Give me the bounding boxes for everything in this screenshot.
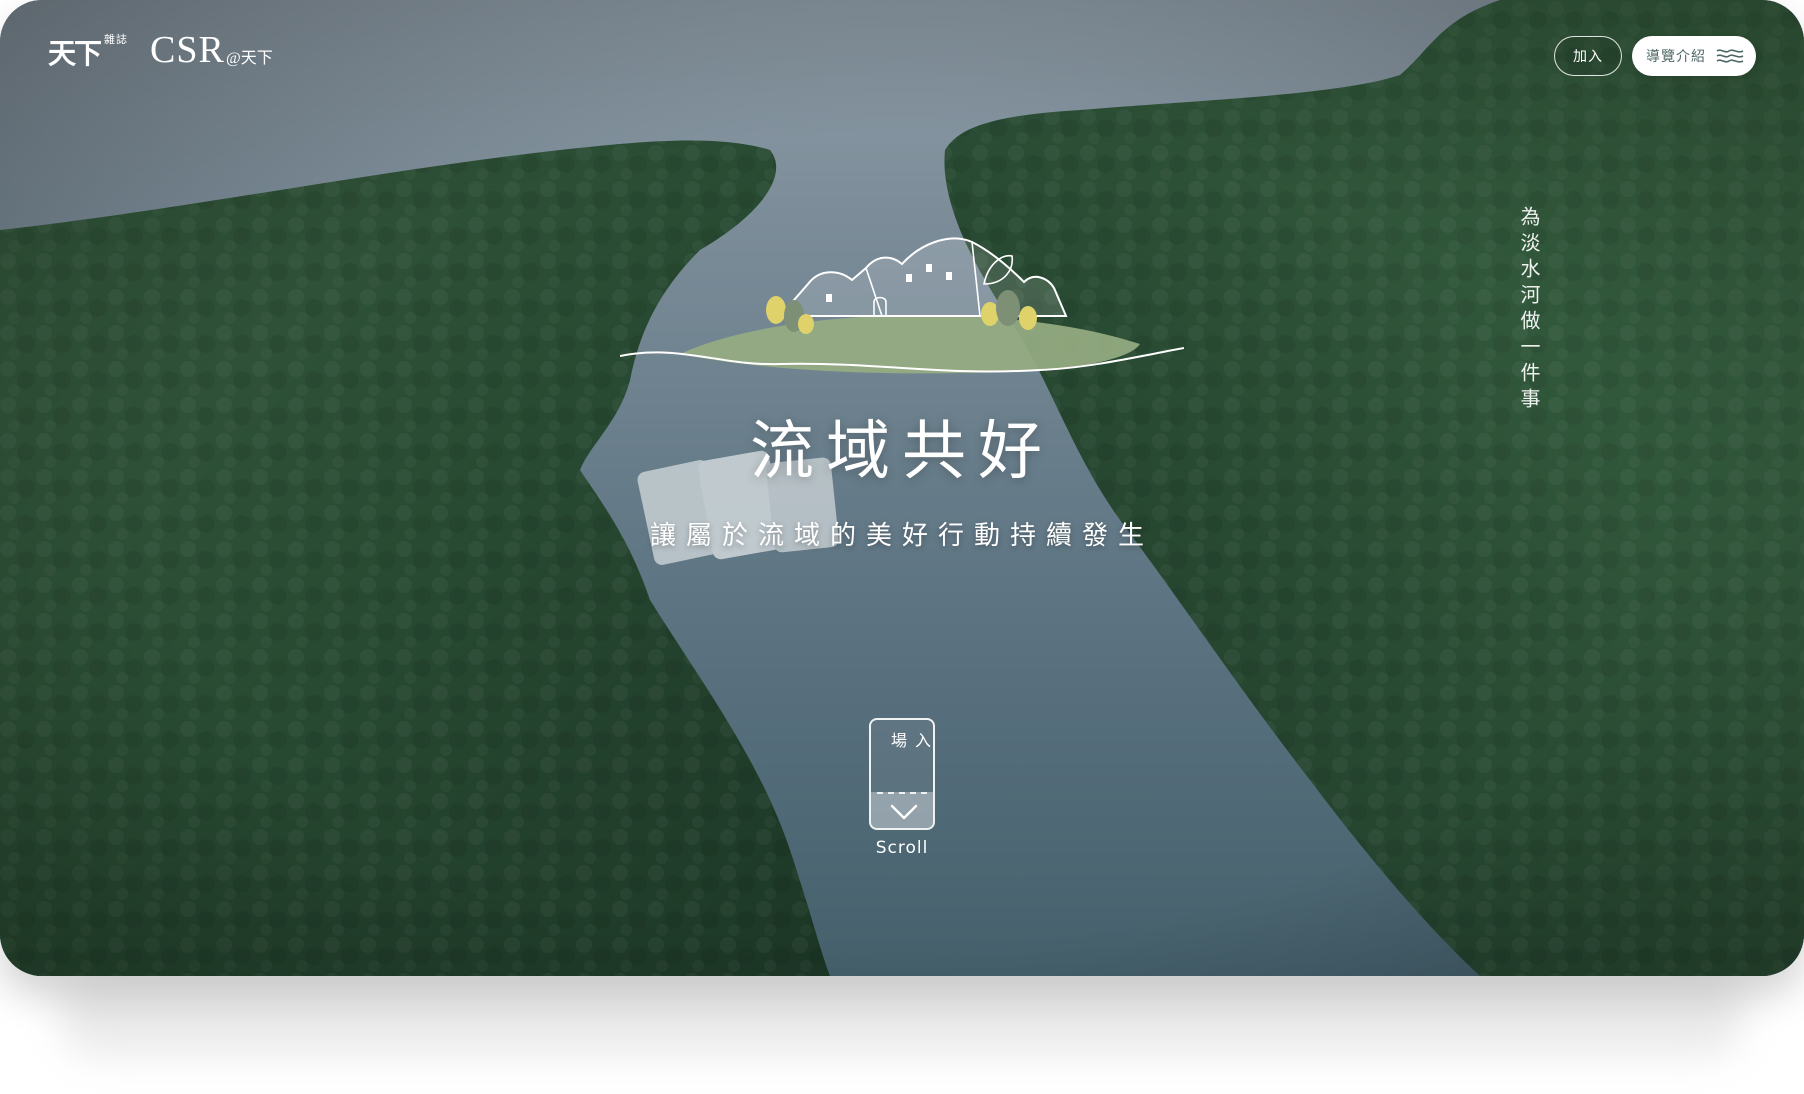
page: 天下 雜誌 CSR @天下 加入 導覽介紹 為淡水河做一件事 流域共好 讓屬於流… xyxy=(0,0,1804,1094)
brand-logo[interactable]: 天下 雜誌 CSR @天下 xyxy=(48,29,288,78)
magazine-sub: 雜誌 xyxy=(104,33,128,46)
hero-center: 流域共好 讓屬於流域的美好行動持續發生 xyxy=(620,224,1184,564)
island-emblem-icon xyxy=(620,237,1184,374)
guide-button-label: 導覽介紹 xyxy=(1646,49,1706,65)
header-actions: 加入 導覽介紹 xyxy=(1554,36,1756,76)
page-shadow xyxy=(60,976,1744,1056)
join-button[interactable]: 加入 xyxy=(1554,36,1622,76)
enter-char-1: 入 xyxy=(912,732,931,750)
guide-button[interactable]: 導覽介紹 xyxy=(1632,36,1756,76)
hero-subtitle: 讓屬於流域的美好行動持續發生 xyxy=(649,521,1154,551)
scroll-label: Scroll xyxy=(875,838,929,858)
enter-scroll-button[interactable]: 入 場 xyxy=(869,718,935,830)
waves-icon xyxy=(1716,49,1744,63)
chevron-down-icon xyxy=(890,804,918,820)
csr-logo: CSR xyxy=(150,29,225,71)
vertical-tagline: 為淡水河做一件事 xyxy=(1517,206,1541,414)
hero-title: 流域共好 xyxy=(750,415,1054,489)
csr-suffix: @天下 xyxy=(226,50,273,67)
enter-label: 入 場 xyxy=(871,732,933,750)
hero-section: 天下 雜誌 CSR @天下 加入 導覽介紹 為淡水河做一件事 流域共好 讓屬於流… xyxy=(0,0,1804,976)
enter-char-2: 場 xyxy=(888,732,907,750)
site-header: 天下 雜誌 CSR @天下 加入 導覽介紹 xyxy=(0,0,1804,110)
magazine-logo: 天下 xyxy=(48,37,102,70)
